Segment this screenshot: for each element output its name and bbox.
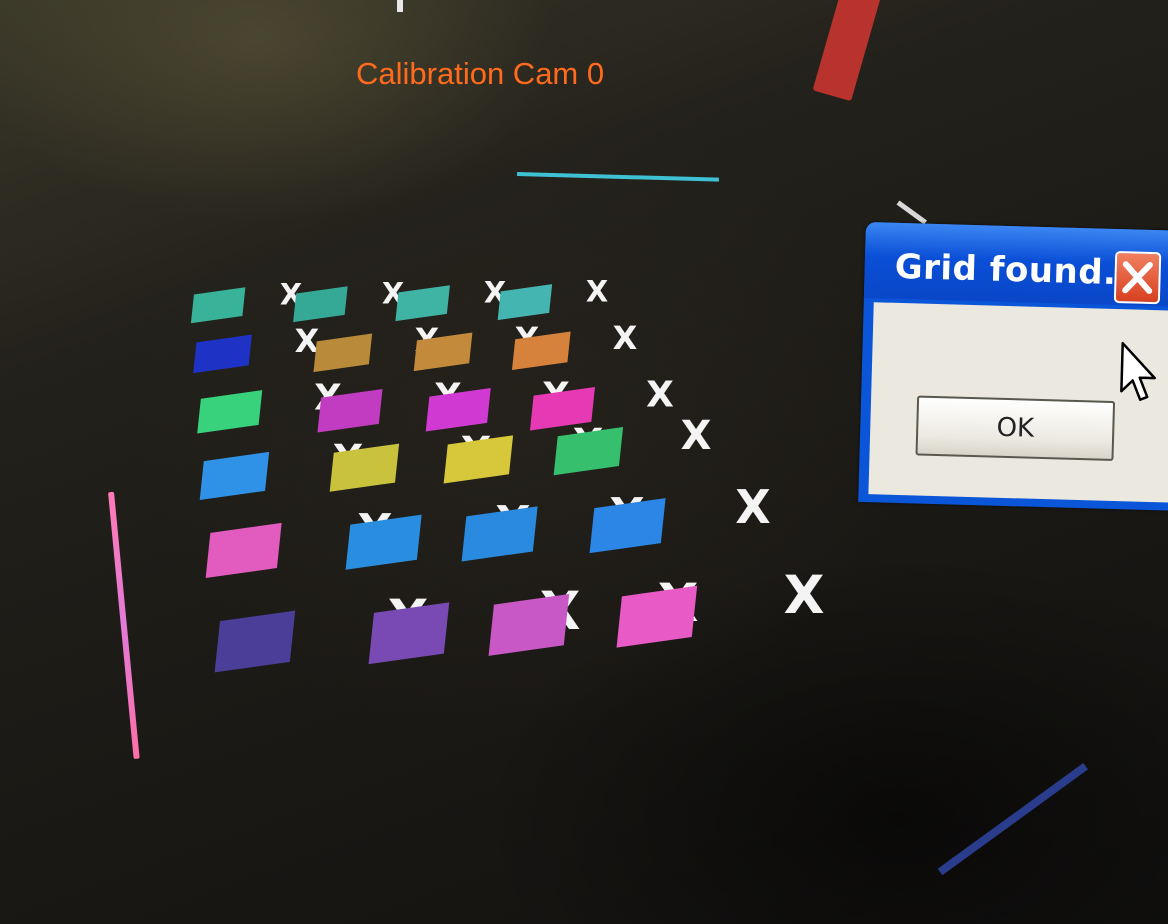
grid-marker: X: [497, 275, 608, 321]
grid-marker-label: X: [646, 375, 674, 416]
grid-marker-patch: [553, 427, 624, 476]
grid-marker: X: [616, 565, 825, 648]
close-button[interactable]: [1113, 250, 1162, 305]
grid-marker-patch: [461, 506, 538, 562]
ok-button[interactable]: OK: [915, 395, 1116, 462]
camera-view: Calibration Cam 0 XXXXXXXXXXXXXXXXXXXXXX…: [0, 0, 1168, 924]
grid-marker-label: X: [735, 480, 770, 534]
grid-marker-patch: [197, 390, 263, 434]
grid-marker-patch: [443, 435, 514, 484]
grid-marker-label: X: [681, 413, 712, 459]
close-icon: [1122, 261, 1153, 294]
grid-marker-patch: [313, 333, 373, 373]
grid-marker: X: [293, 277, 404, 323]
mouse-pointer-icon: [1120, 341, 1157, 401]
grid-marker-label: X: [586, 275, 608, 309]
grid-marker-patch: [193, 334, 252, 374]
dialog-titlebar[interactable]: Grid found.: [863, 222, 1168, 307]
dialog-title: Grid found.: [894, 246, 1118, 294]
grid-marker-patch: [205, 522, 282, 579]
grid-marker-patch: [214, 610, 296, 673]
grid-found-dialog: Grid found. OK: [858, 222, 1168, 511]
grid-marker-patch: [190, 287, 246, 324]
grid-marker: X: [190, 278, 302, 324]
dialog-body: OK: [868, 302, 1168, 503]
grid-marker-label: X: [613, 319, 638, 357]
grid-marker-patch: [199, 451, 270, 501]
grid-marker: X: [193, 322, 320, 374]
grid-marker-patch: [589, 498, 666, 554]
grid-marker: X: [395, 276, 506, 322]
grid-marker-patch: [616, 585, 698, 648]
grid-marker-patch: [488, 594, 570, 656]
grid-marker-label: X: [784, 565, 825, 626]
grid-marker-patch: [368, 602, 450, 665]
